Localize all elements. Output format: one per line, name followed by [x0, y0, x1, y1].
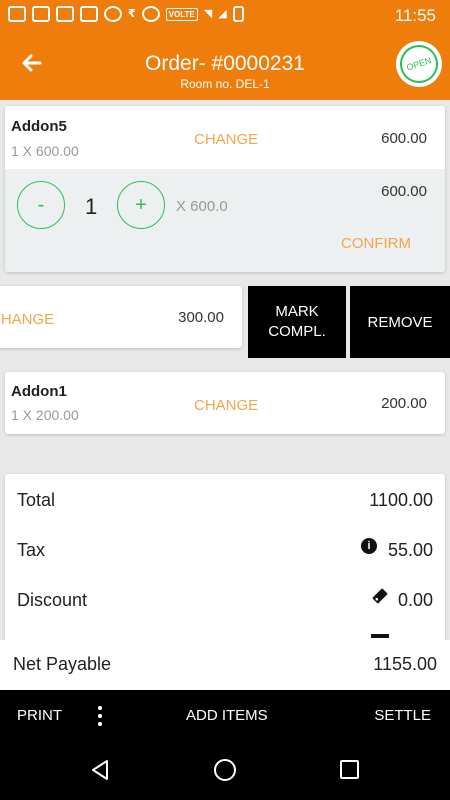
mark-complete-button[interactable]: MARK COMPL.	[248, 286, 346, 358]
volte-badge: VOLTE	[165, 7, 198, 21]
discount-label: Discount	[17, 590, 88, 610]
increment-button[interactable]: +	[117, 181, 165, 229]
nav-home-icon[interactable]	[214, 759, 236, 781]
message-icon	[8, 6, 26, 22]
item-quantity-line: 1 X 600.00	[11, 143, 79, 159]
remove-label: REMOVE	[367, 313, 433, 331]
alarm-icon	[141, 6, 160, 22]
item-name: Addon5	[11, 118, 67, 135]
net-payable-bar: Net Payable 1155.00	[0, 640, 450, 690]
more-vert-icon[interactable]	[97, 706, 103, 726]
gmail-icon	[80, 6, 98, 22]
order-item-card: Addon5 1 X 600.00 CHANGE 600.00 - 1 + X …	[5, 106, 445, 272]
status-time: 11:55	[394, 6, 436, 25]
print-button[interactable]: PRINT	[17, 707, 62, 724]
discount-tag-icon[interactable]	[371, 587, 389, 610]
list-icon	[371, 634, 389, 638]
total-value: 1100.00	[369, 490, 433, 510]
nav-recents-icon[interactable]	[340, 760, 359, 779]
signal-icon: ◢	[218, 8, 227, 20]
net-payable-value: 1155.00	[373, 654, 437, 674]
confirm-button[interactable]: CONFIRM	[341, 235, 411, 252]
item-price: 200.00	[381, 395, 427, 412]
unit-price: X 600.0	[176, 198, 228, 215]
status-icons: ₹ VOLTE ◥ ◢	[8, 6, 244, 22]
page-title: Order- #0000231	[145, 52, 305, 75]
quantity-value: 1	[85, 194, 98, 219]
item-name: Addon1	[11, 383, 67, 400]
total-label: Total	[17, 490, 56, 510]
image-icon	[56, 6, 74, 22]
editor-price: 600.00	[381, 183, 427, 200]
order-item-card-swiped: CHANGE 300.00	[0, 286, 242, 348]
item-price: 600.00	[381, 130, 427, 147]
totals-card: Total 1100.00 Tax i 55.00 Discount 0.00	[5, 474, 445, 664]
net-payable-label: Net Payable	[13, 654, 112, 674]
info-icon[interactable]: i	[361, 538, 377, 554]
status-bar: ₹ VOLTE ◥ ◢ 11:55	[0, 0, 450, 32]
tax-label: Tax	[17, 540, 46, 560]
change-button[interactable]: CHANGE	[0, 311, 54, 328]
wifi-icon: ◥	[203, 8, 213, 20]
app-icon	[104, 6, 122, 22]
tax-value: 55.00	[387, 540, 433, 560]
quantity-editor: - 1 + X 600.0 600.00 CONFIRM	[5, 169, 445, 272]
add-items-button[interactable]: ADD ITEMS	[186, 707, 268, 724]
status-badge: OPEN	[395, 40, 443, 88]
bottom-action-bar: PRINT ADD ITEMS SETTLE	[0, 690, 450, 742]
nav-back-icon[interactable]	[89, 759, 111, 786]
decrement-button[interactable]: -	[17, 181, 65, 229]
discount-value: 0.00	[397, 590, 433, 610]
mark-complete-label-line1: MARK	[275, 303, 319, 320]
mark-complete-label-line2: COMPL.	[268, 323, 326, 340]
room-number: Room no. DEL-1	[180, 77, 270, 91]
remove-button[interactable]: REMOVE	[350, 286, 450, 358]
rupee-icon: ₹	[128, 8, 136, 20]
change-button[interactable]: CHANGE	[194, 131, 258, 148]
item-quantity-line: 1 X 200.00	[11, 407, 79, 423]
app-bar: Order- #0000231 Room no. DEL-1 OPEN	[0, 32, 450, 100]
change-button[interactable]: CHANGE	[194, 397, 258, 414]
item-price: 300.00	[178, 309, 224, 326]
order-item-card: Addon1 1 X 200.00 CHANGE 200.00	[5, 372, 445, 434]
settle-button[interactable]: SETTLE	[374, 707, 431, 724]
gmail-icon	[32, 6, 50, 22]
battery-icon	[232, 6, 244, 22]
system-nav-bar	[0, 742, 450, 800]
